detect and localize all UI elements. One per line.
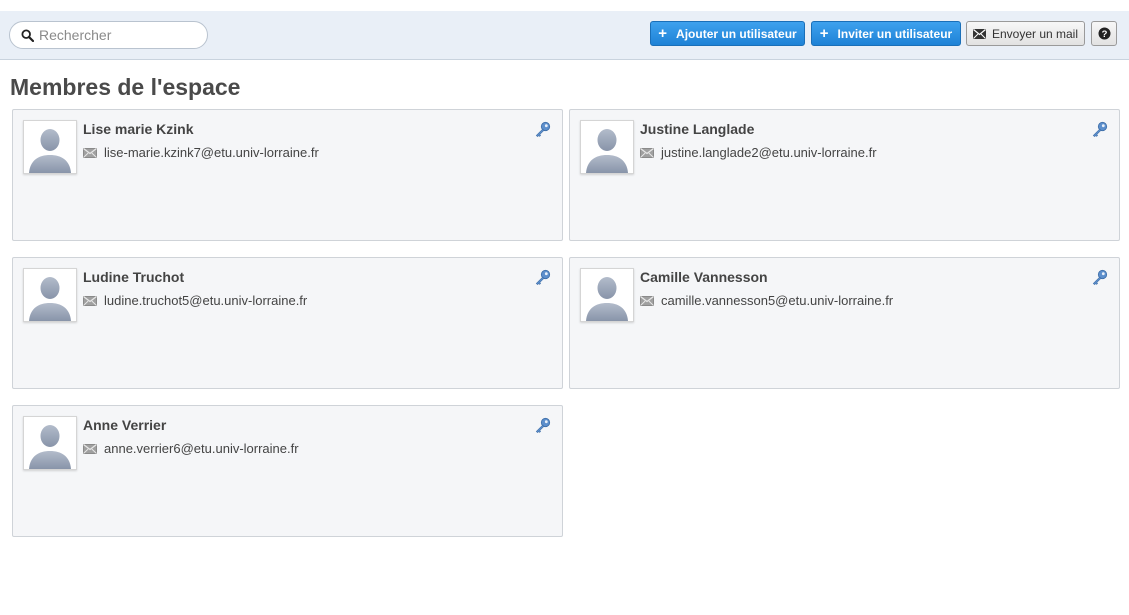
avatar xyxy=(23,416,77,470)
member-card: Justine Langlade justine.langlade2@etu.u… xyxy=(569,109,1120,241)
top-strip xyxy=(0,0,1129,11)
member-email: lise-marie.kzink7@etu.univ-lorraine.fr xyxy=(104,145,319,160)
envelope-icon xyxy=(640,147,654,158)
toolbar: + Ajouter un utilisateur + Inviter un ut… xyxy=(0,11,1129,60)
user-silhouette-icon xyxy=(586,129,628,173)
member-name: Camille Vannesson xyxy=(640,269,768,285)
member-email-row: anne.verrier6@etu.univ-lorraine.fr xyxy=(83,441,299,456)
search-box[interactable] xyxy=(9,21,208,49)
member-card: Camille Vannesson camille.vannesson5@etu… xyxy=(569,257,1120,389)
avatar xyxy=(23,268,77,322)
plus-icon: + xyxy=(658,25,668,42)
user-silhouette-icon xyxy=(29,129,71,173)
user-silhouette-icon xyxy=(29,277,71,321)
add-user-button[interactable]: + Ajouter un utilisateur xyxy=(650,21,805,46)
member-email: ludine.truchot5@etu.univ-lorraine.fr xyxy=(104,293,308,308)
member-card: Lise marie Kzink lise-marie.kzink7@etu.u… xyxy=(12,109,563,241)
search-input[interactable] xyxy=(39,27,199,43)
key-icon[interactable] xyxy=(1092,121,1108,137)
key-icon[interactable] xyxy=(535,269,551,285)
svg-text:?: ? xyxy=(1101,29,1107,40)
member-email: camille.vannesson5@etu.univ-lorraine.fr xyxy=(661,293,894,308)
send-mail-button[interactable]: Envoyer un mail xyxy=(966,21,1085,46)
envelope-icon xyxy=(83,443,97,454)
page-title: Membres de l'espace xyxy=(10,74,241,100)
member-email-row: justine.langlade2@etu.univ-lorraine.fr xyxy=(640,145,877,160)
invite-user-label: Inviter un utilisateur xyxy=(837,26,953,41)
add-user-label: Ajouter un utilisateur xyxy=(676,26,797,41)
envelope-icon xyxy=(640,295,654,306)
envelope-icon xyxy=(83,295,97,306)
key-icon[interactable] xyxy=(535,417,551,433)
help-button[interactable]: ? xyxy=(1091,21,1117,46)
key-icon[interactable] xyxy=(1092,269,1108,285)
search-icon xyxy=(21,28,34,42)
member-email-row: camille.vannesson5@etu.univ-lorraine.fr xyxy=(640,293,893,308)
user-silhouette-icon xyxy=(586,277,628,321)
member-name: Lise marie Kzink xyxy=(83,121,194,137)
member-name: Anne Verrier xyxy=(83,417,167,433)
member-card: Ludine Truchot ludine.truchot5@etu.univ-… xyxy=(12,257,563,389)
member-email: anne.verrier6@etu.univ-lorraine.fr xyxy=(104,441,299,456)
avatar xyxy=(580,120,634,174)
member-email-row: lise-marie.kzink7@etu.univ-lorraine.fr xyxy=(83,145,319,160)
avatar xyxy=(23,120,77,174)
avatar xyxy=(580,268,634,322)
send-mail-label: Envoyer un mail xyxy=(991,26,1079,41)
member-card: Anne Verrier anne.verrier6@etu.univ-lorr… xyxy=(12,405,563,537)
envelope-icon xyxy=(972,28,986,39)
key-icon[interactable] xyxy=(535,121,551,137)
member-name: Justine Langlade xyxy=(640,121,755,137)
member-email-row: ludine.truchot5@etu.univ-lorraine.fr xyxy=(83,293,307,308)
envelope-icon xyxy=(83,147,97,158)
invite-user-button[interactable]: + Inviter un utilisateur xyxy=(811,21,961,46)
member-name: Ludine Truchot xyxy=(83,269,185,285)
member-email: justine.langlade2@etu.univ-lorraine.fr xyxy=(661,145,877,160)
user-silhouette-icon xyxy=(29,425,71,469)
plus-icon: + xyxy=(819,25,829,42)
help-icon: ? xyxy=(1098,27,1110,40)
